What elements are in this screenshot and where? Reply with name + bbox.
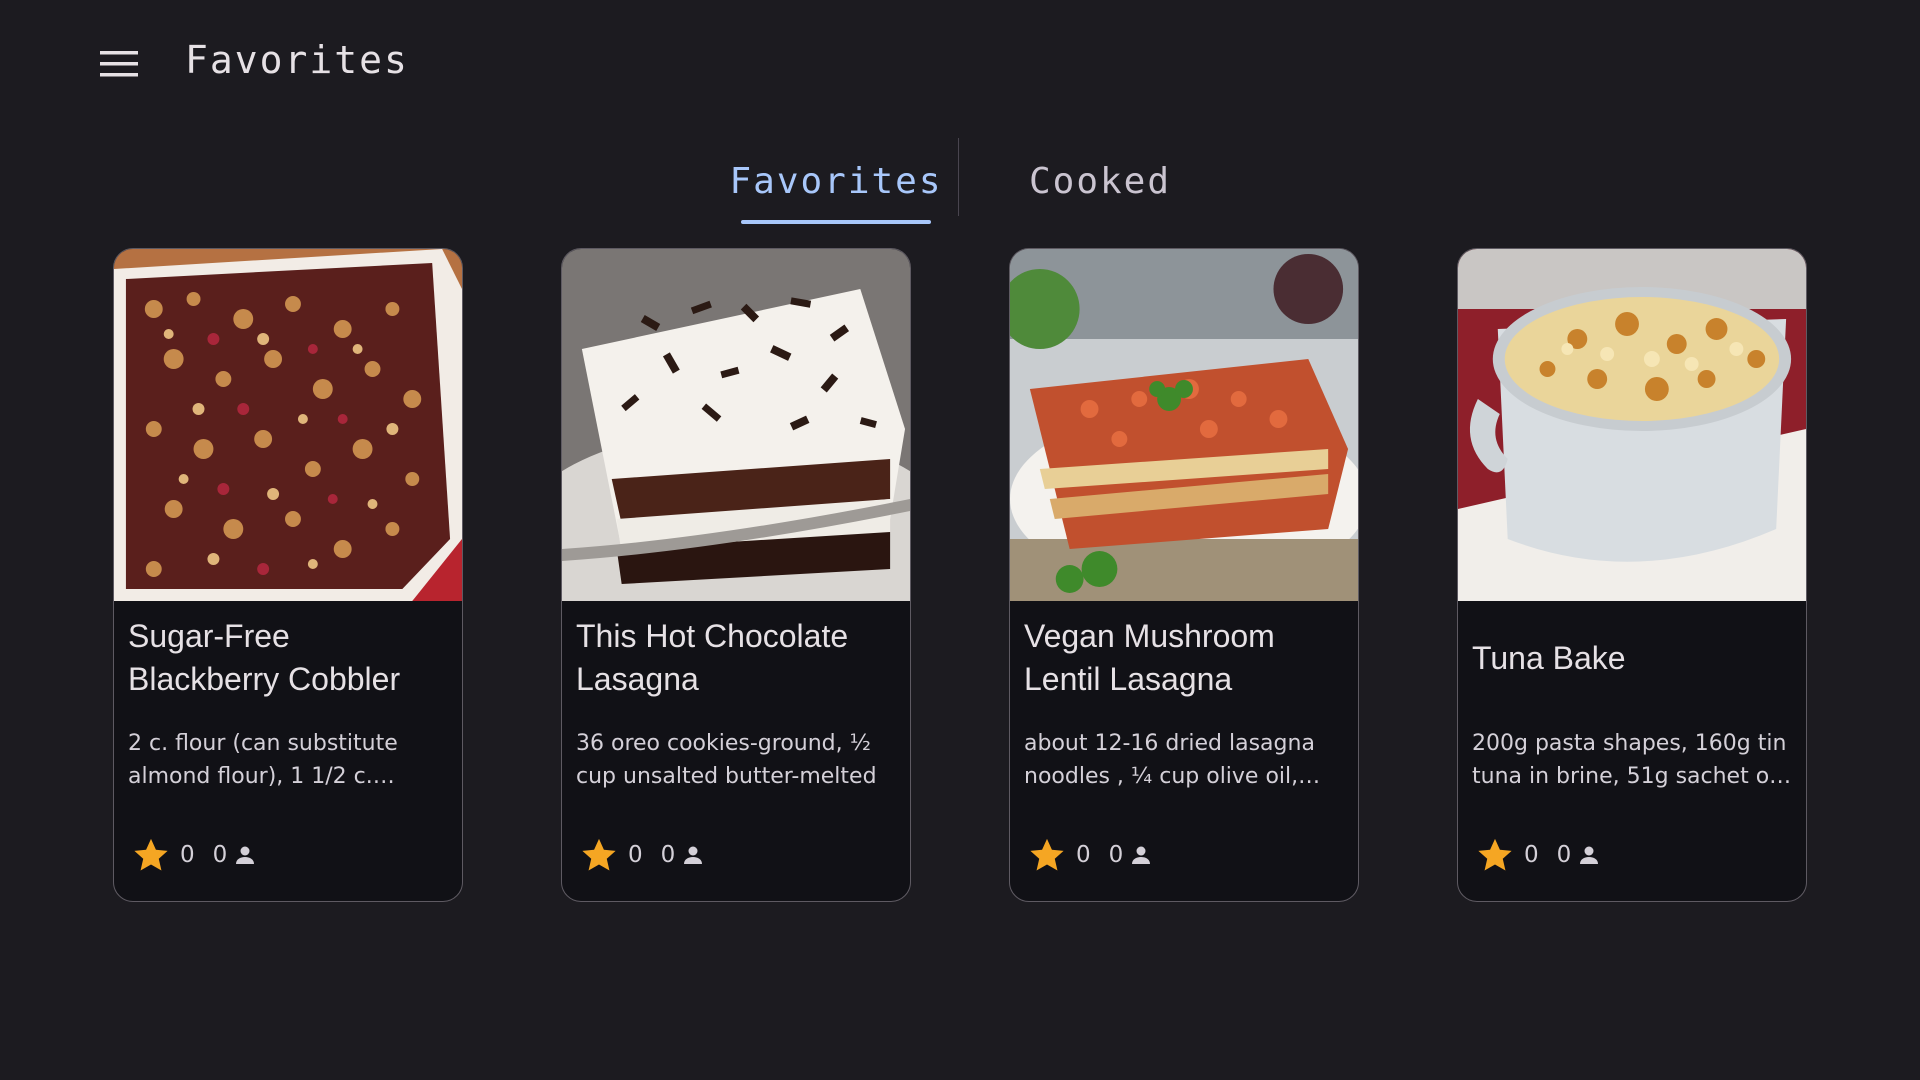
recipe-title: Tuna Bake <box>1472 639 1626 676</box>
recipe-card[interactable]: Sugar-Free Blackberry Cobbler 2 c. flour… <box>113 248 463 902</box>
star-icon <box>582 838 616 871</box>
app-root: Favorites Favorites Cooked Sugar-Free Bl… <box>0 0 1920 1080</box>
recipe-image-tuna-bake <box>1458 249 1806 601</box>
recipe-card[interactable]: Vegan Mushroom Lentil Lasagna about 12-1… <box>1009 248 1359 902</box>
recipe-ingredients: 2 c. flour (can substitute almond flour)… <box>128 731 398 789</box>
person-icon <box>1132 846 1151 864</box>
tab-favorites[interactable]: Favorites <box>729 136 942 226</box>
cooked-count: 0 <box>212 842 228 868</box>
recipe-grid: Sugar-Free Blackberry Cobbler 2 c. flour… <box>0 248 1920 904</box>
tab-cooked[interactable]: Cooked <box>1000 136 1200 226</box>
recipe-title: Sugar-Free Blackberry Cobbler <box>128 618 401 697</box>
star-icon <box>1478 838 1512 871</box>
recipe-meta: 0 0 <box>1476 835 1601 875</box>
recipe-image-hot-chocolate-lasagna <box>562 249 910 601</box>
rating-value: 0 <box>1524 842 1539 868</box>
recipe-ingredients: 36 oreo cookies-ground, ½ cup unsalted b… <box>576 731 877 789</box>
recipe-card[interactable]: This Hot Chocolate Lasagna 36 oreo cooki… <box>561 248 911 902</box>
person-icon <box>684 846 703 864</box>
person-icon <box>1580 846 1599 864</box>
star-icon <box>1030 838 1064 871</box>
recipe-meta: 0 0 <box>132 835 257 875</box>
rating-value: 0 <box>180 842 195 868</box>
top-app-bar: Favorites <box>0 0 1920 128</box>
tab-bar: Favorites Cooked <box>720 136 1200 226</box>
rating-value: 0 <box>628 842 643 868</box>
person-icon <box>236 846 255 864</box>
rating-value: 0 <box>1076 842 1091 868</box>
recipe-image-blackberry-cobbler <box>114 249 462 601</box>
menu-button[interactable] <box>84 40 154 88</box>
cooked-count: 0 <box>660 842 676 868</box>
active-tab-indicator <box>741 220 931 224</box>
recipe-ingredients: 200g pasta shapes, 160g tin tuna in brin… <box>1472 731 1787 789</box>
recipe-image-mushroom-lentil-lasagna <box>1010 249 1358 601</box>
cooked-count: 0 <box>1108 842 1124 868</box>
recipe-title: This Hot Chocolate Lasagna <box>576 618 849 697</box>
recipe-meta: 0 0 <box>580 835 705 875</box>
menu-icon <box>100 51 138 77</box>
tab-divider <box>958 138 959 216</box>
recipe-meta: 0 0 <box>1028 835 1153 875</box>
recipe-ingredients: about 12-16 dried lasagna noodles , ¼ cu… <box>1024 731 1315 789</box>
star-icon <box>134 838 168 871</box>
recipe-card[interactable]: Tuna Bake 200g pasta shapes, 160g tin tu… <box>1457 248 1807 902</box>
page-title: Favorites <box>185 38 409 82</box>
cooked-count: 0 <box>1556 842 1572 868</box>
recipe-title: Vegan Mushroom Lentil Lasagna <box>1024 618 1275 697</box>
